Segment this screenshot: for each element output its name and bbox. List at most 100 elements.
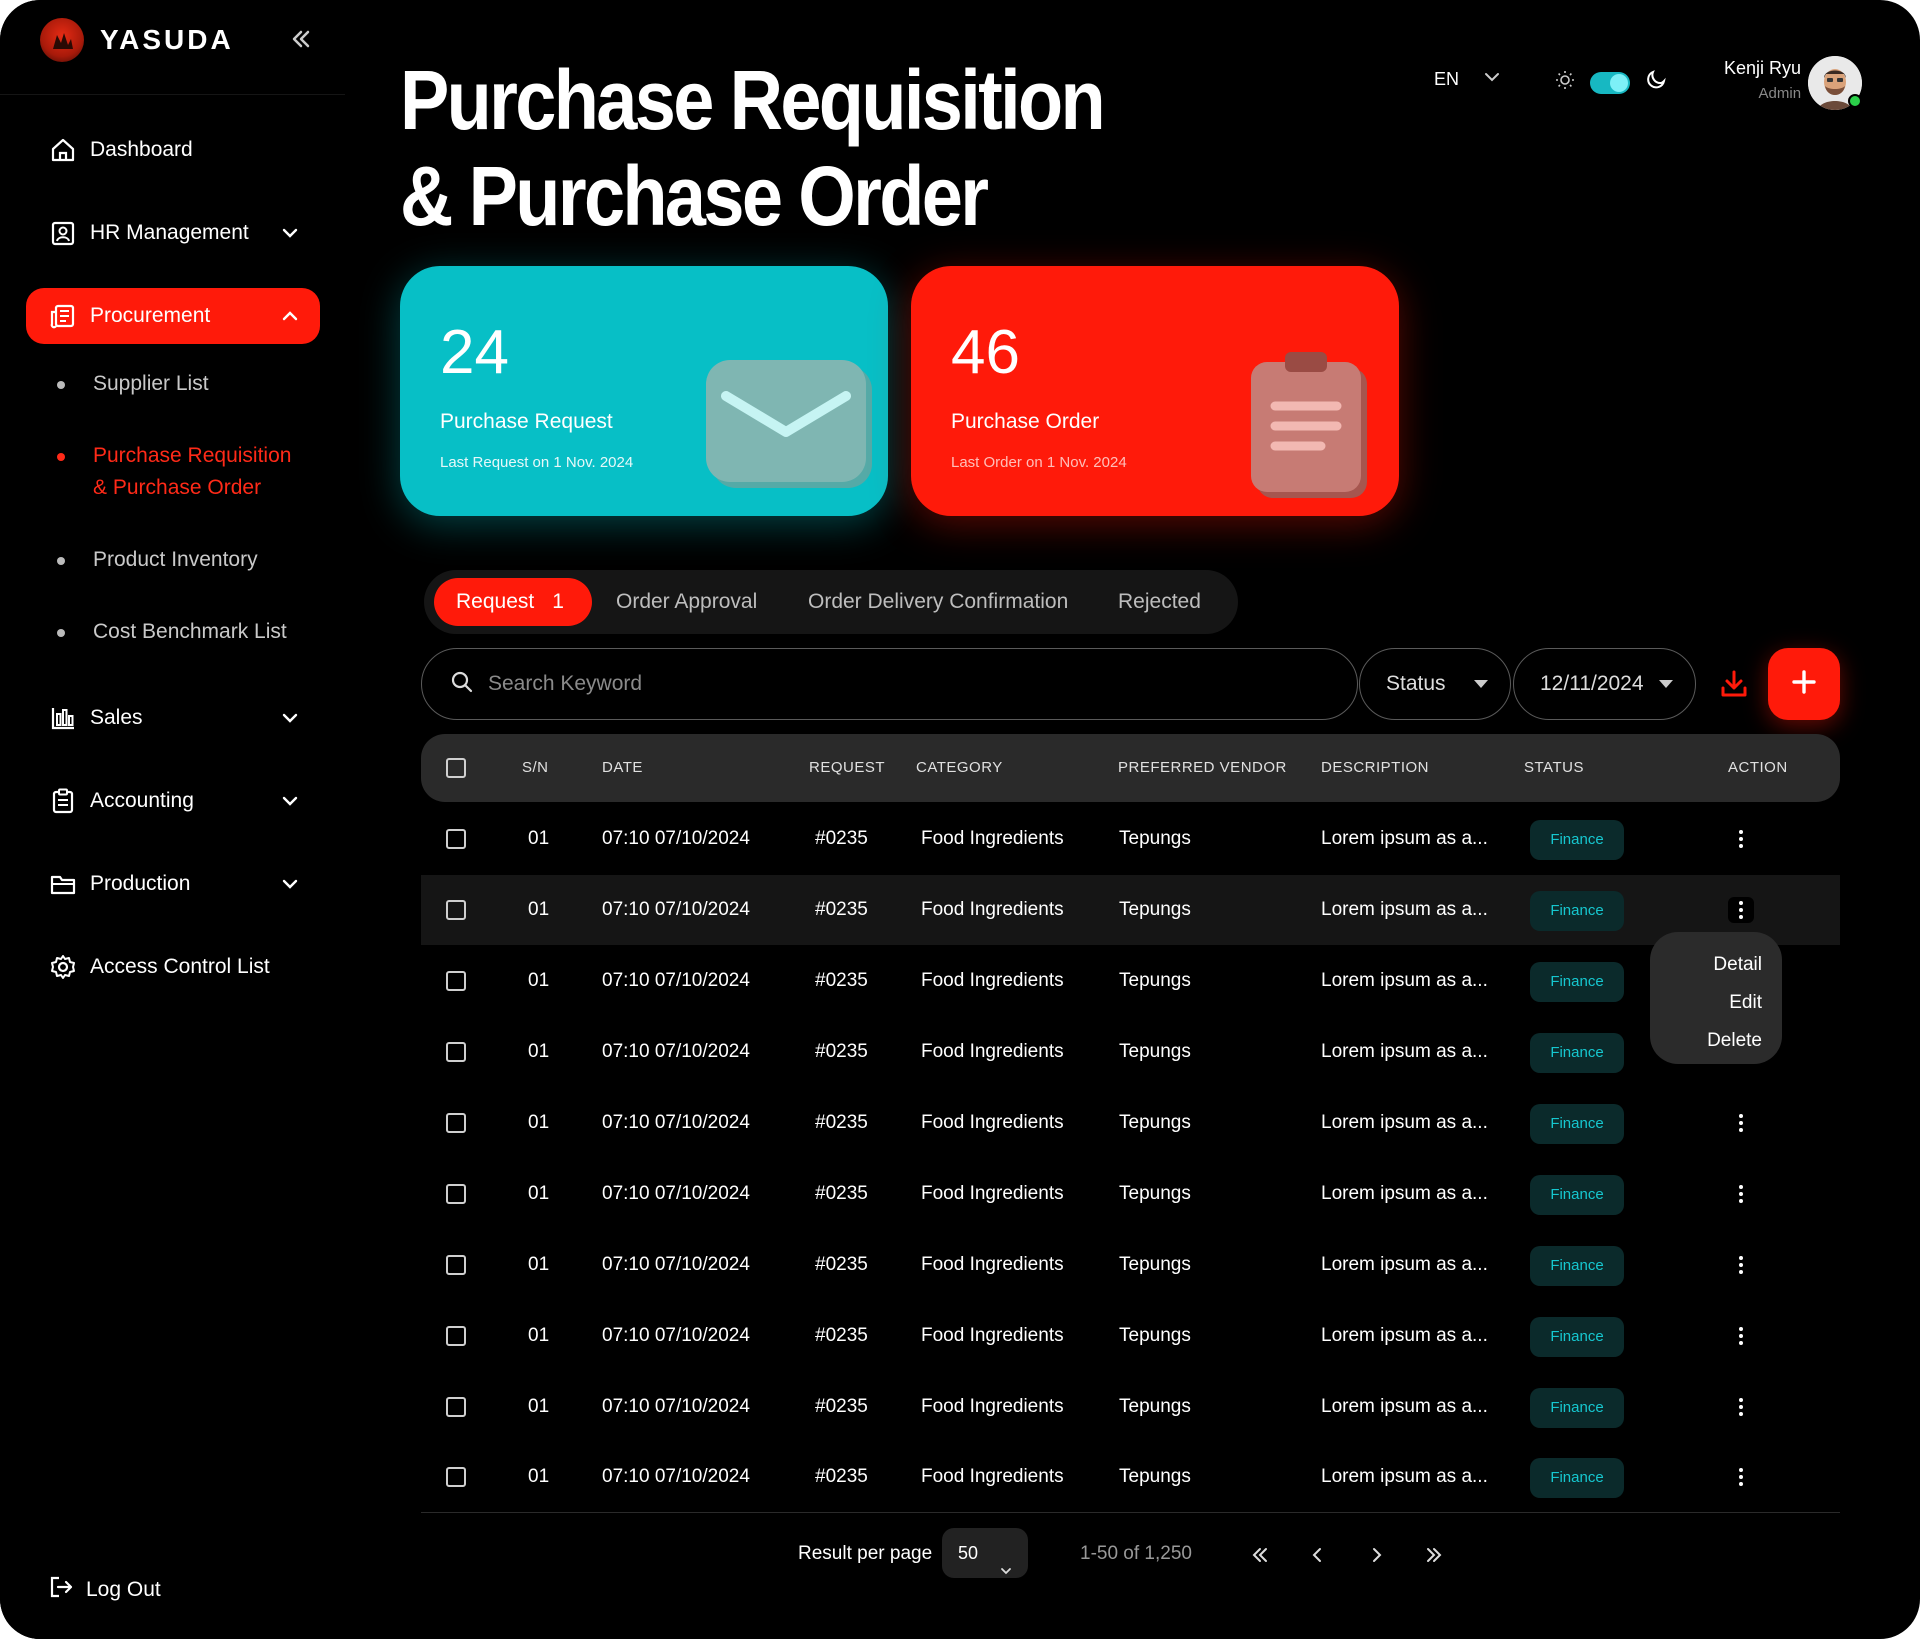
cell-date: 07:10 07/10/2024 bbox=[602, 1325, 750, 1346]
row-checkbox[interactable] bbox=[446, 1397, 466, 1417]
logout-label: Log Out bbox=[86, 1578, 161, 1601]
table-row[interactable]: 01 07:10 07/10/2024 #0235 Food Ingredien… bbox=[421, 946, 1840, 1016]
cell-vendor: Tepungs bbox=[1119, 1466, 1191, 1487]
sidebar-item-label: Accounting bbox=[90, 789, 194, 812]
sidebar-item-accounting[interactable]: Accounting bbox=[26, 773, 320, 829]
more-vertical-icon[interactable] bbox=[1728, 1252, 1754, 1278]
menu-item-delete[interactable]: Delete bbox=[1650, 1022, 1762, 1060]
sidebar-subitem-label-line2: & Purchase Order bbox=[93, 476, 262, 499]
tab-order-approval[interactable]: Order Approval bbox=[616, 578, 757, 626]
cell-request: #0235 bbox=[815, 970, 868, 991]
cell-vendor: Tepungs bbox=[1119, 899, 1191, 920]
status-badge: Finance bbox=[1530, 820, 1624, 860]
last-page-icon[interactable] bbox=[1419, 1540, 1449, 1570]
table-row[interactable]: 01 07:10 07/10/2024 #0235 Food Ingredien… bbox=[421, 1372, 1840, 1442]
cell-category: Food Ingredients bbox=[921, 1396, 1064, 1417]
cell-category: Food Ingredients bbox=[921, 899, 1064, 920]
chevron-down-icon bbox=[1483, 68, 1501, 91]
row-checkbox[interactable] bbox=[446, 829, 466, 849]
cell-date: 07:10 07/10/2024 bbox=[602, 970, 750, 991]
purchase-order-card[interactable]: 46 Purchase Order Last Order on 1 Nov. 2… bbox=[911, 266, 1399, 516]
status-badge: Finance bbox=[1530, 1388, 1624, 1428]
tab-request[interactable]: Request 1 bbox=[434, 578, 592, 626]
column-header-description: DESCRIPTION bbox=[1321, 759, 1430, 776]
more-vertical-icon[interactable] bbox=[1728, 897, 1754, 923]
sidebar-item-hr-management[interactable]: HR Management bbox=[26, 205, 320, 261]
chevron-up-icon bbox=[280, 306, 300, 326]
prev-page-icon[interactable] bbox=[1303, 1540, 1333, 1570]
more-vertical-icon[interactable] bbox=[1728, 1394, 1754, 1420]
row-checkbox[interactable] bbox=[446, 1113, 466, 1133]
download-icon[interactable] bbox=[1714, 664, 1754, 704]
chevron-down-icon bbox=[280, 708, 300, 728]
page-title: Purchase Requisition & Purchase Order bbox=[400, 52, 1106, 244]
table-row[interactable]: 01 07:10 07/10/2024 #0235 Food Ingredien… bbox=[421, 1301, 1840, 1371]
collapse-sidebar-icon[interactable] bbox=[288, 26, 316, 54]
table-row[interactable]: 01 07:10 07/10/2024 #0235 Food Ingredien… bbox=[421, 1159, 1840, 1229]
column-header-preferred-vendor: PREFERRED VENDOR bbox=[1118, 759, 1287, 776]
table-row[interactable]: 01 07:10 07/10/2024 #0235 Food Ingredien… bbox=[421, 1088, 1840, 1158]
more-vertical-icon[interactable] bbox=[1728, 1110, 1754, 1136]
cell-description: Lorem ipsum as a... bbox=[1321, 899, 1488, 920]
table-row[interactable]: 01 07:10 07/10/2024 #0235 Food Ingredien… bbox=[421, 1017, 1840, 1087]
row-checkbox[interactable] bbox=[446, 1255, 466, 1275]
tab-label: Request bbox=[456, 590, 535, 613]
row-checkbox[interactable] bbox=[446, 900, 466, 920]
column-header-date: DATE bbox=[602, 759, 643, 776]
tab-order-delivery-confirmation[interactable]: Order Delivery Confirmation bbox=[808, 578, 1068, 626]
menu-item-edit[interactable]: Edit bbox=[1650, 984, 1762, 1022]
select-all-checkbox[interactable] bbox=[446, 758, 466, 778]
more-vertical-icon[interactable] bbox=[1728, 1181, 1754, 1207]
gear-icon bbox=[48, 952, 78, 982]
more-vertical-icon[interactable] bbox=[1728, 1323, 1754, 1349]
dark-mode-toggle[interactable] bbox=[1590, 71, 1630, 94]
row-checkbox[interactable] bbox=[446, 1184, 466, 1204]
cell-request: #0235 bbox=[815, 899, 868, 920]
cell-date: 07:10 07/10/2024 bbox=[602, 1183, 750, 1204]
table-row[interactable]: 01 07:10 07/10/2024 #0235 Food Ingredien… bbox=[421, 1230, 1840, 1300]
bullet-dot bbox=[57, 381, 65, 389]
per-page-select[interactable]: 50 bbox=[942, 1528, 1028, 1578]
more-vertical-icon[interactable] bbox=[1728, 1464, 1754, 1490]
user-name: Kenji Ryu bbox=[1724, 58, 1802, 78]
language-selector[interactable]: EN bbox=[1434, 68, 1501, 91]
table-row[interactable]: 01 07:10 07/10/2024 #0235 Food Ingredien… bbox=[421, 875, 1840, 945]
user-info[interactable]: Kenji Ryu Admin bbox=[1724, 58, 1801, 102]
bar-chart-icon bbox=[48, 703, 78, 733]
cell-request: #0235 bbox=[815, 1254, 868, 1275]
per-page-label: Result per page bbox=[798, 1543, 933, 1564]
more-vertical-icon[interactable] bbox=[1728, 826, 1754, 852]
cell-vendor: Tepungs bbox=[1119, 1325, 1191, 1346]
sidebar-item-production[interactable]: Production bbox=[26, 856, 320, 912]
menu-item-detail[interactable]: Detail bbox=[1650, 946, 1762, 984]
sidebar-subitem-label: Purchase Requisition bbox=[93, 444, 292, 467]
table-row[interactable]: 01 07:10 07/10/2024 #0235 Food Ingredien… bbox=[421, 1442, 1840, 1512]
status-badge: Finance bbox=[1530, 1317, 1624, 1357]
toggle-knob bbox=[1610, 73, 1628, 92]
search-input[interactable] bbox=[488, 672, 1308, 696]
cell-sn: 01 bbox=[528, 899, 550, 920]
date-filter-dropdown[interactable]: 12/11/2024 bbox=[1513, 648, 1696, 720]
status-filter-dropdown[interactable]: Status bbox=[1359, 648, 1511, 720]
next-page-icon[interactable] bbox=[1361, 1540, 1391, 1570]
logout-button[interactable]: Log Out bbox=[48, 1574, 161, 1606]
sidebar-item-sales[interactable]: Sales bbox=[26, 690, 320, 746]
purchase-request-card[interactable]: 24 Purchase Request Last Request on 1 No… bbox=[400, 266, 888, 516]
column-header-category: CATEGORY bbox=[916, 759, 1003, 776]
row-checkbox[interactable] bbox=[446, 1042, 466, 1062]
cell-category: Food Ingredients bbox=[921, 970, 1064, 991]
table-row[interactable]: 01 07:10 07/10/2024 #0235 Food Ingredien… bbox=[421, 804, 1840, 874]
row-checkbox[interactable] bbox=[446, 1467, 466, 1487]
cell-request: #0235 bbox=[815, 828, 868, 849]
cell-category: Food Ingredients bbox=[921, 1183, 1064, 1204]
sidebar-item-procurement[interactable]: Procurement bbox=[26, 288, 320, 344]
tab-rejected[interactable]: Rejected bbox=[1118, 578, 1201, 626]
row-checkbox[interactable] bbox=[446, 971, 466, 991]
sidebar-item-dashboard[interactable]: Dashboard bbox=[26, 122, 320, 178]
row-checkbox[interactable] bbox=[446, 1326, 466, 1346]
cell-sn: 01 bbox=[528, 1466, 550, 1487]
first-page-icon[interactable] bbox=[1245, 1540, 1275, 1570]
column-header-request: REQUEST bbox=[809, 759, 886, 776]
sidebar-item-access-control-list[interactable]: Access Control List bbox=[26, 939, 320, 995]
add-request-button[interactable] bbox=[1768, 648, 1840, 720]
